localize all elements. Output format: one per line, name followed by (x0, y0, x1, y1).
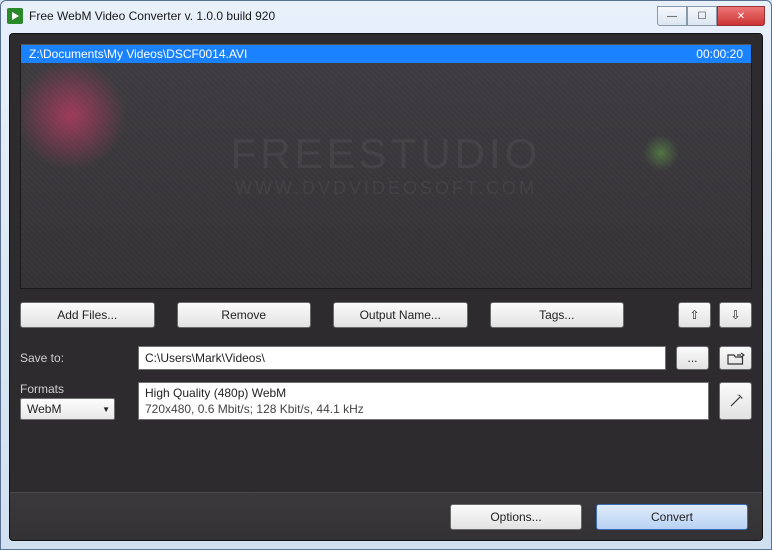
open-folder-button[interactable] (719, 346, 752, 370)
save-to-label: Save to: (20, 351, 128, 365)
file-toolbar: Add Files... Remove Output Name... Tags.… (20, 302, 752, 328)
formats-label: Formats (20, 382, 128, 396)
client-area: Z:\Documents\My Videos\DSCF0014.AVI 00:0… (9, 33, 763, 541)
maximize-button[interactable]: ☐ (687, 6, 717, 26)
arrow-down-icon: ⇩ (730, 308, 740, 322)
app-icon (7, 8, 23, 24)
file-path: Z:\Documents\My Videos\DSCF0014.AVI (29, 47, 696, 61)
arrow-up-icon: ⇧ (689, 308, 699, 322)
move-up-button[interactable]: ⇧ (678, 302, 711, 328)
file-duration: 00:00:20 (696, 47, 743, 61)
titlebar[interactable]: Free WebM Video Converter v. 1.0.0 build… (1, 1, 771, 31)
close-button[interactable]: ✕ (717, 6, 765, 26)
file-list[interactable]: Z:\Documents\My Videos\DSCF0014.AVI 00:0… (20, 44, 752, 289)
remove-button[interactable]: Remove (177, 302, 312, 328)
preset-name: High Quality (480p) WebM (145, 386, 702, 402)
convert-button[interactable]: Convert (596, 504, 748, 530)
save-path-input[interactable]: C:\Users\Mark\Videos\ (138, 346, 666, 370)
brand-watermark: FREESTUDIO WWW.DVDVIDEOSOFT.COM (21, 130, 751, 199)
file-row[interactable]: Z:\Documents\My Videos\DSCF0014.AVI 00:0… (21, 45, 751, 63)
preset-display[interactable]: High Quality (480p) WebM 720x480, 0.6 Mb… (138, 382, 709, 420)
preset-detail: 720x480, 0.6 Mbit/s; 128 Kbit/s, 44.1 kH… (145, 402, 702, 418)
formats-combo[interactable]: WebM ▼ (20, 398, 115, 420)
app-window: Free WebM Video Converter v. 1.0.0 build… (0, 0, 772, 550)
wand-icon (728, 393, 744, 409)
options-button[interactable]: Options... (450, 504, 582, 530)
output-name-button[interactable]: Output Name... (333, 302, 468, 328)
move-down-button[interactable]: ⇩ (719, 302, 752, 328)
footer-bar: Options... Convert (10, 492, 762, 540)
preset-wizard-button[interactable] (719, 382, 752, 420)
tags-button[interactable]: Tags... (490, 302, 625, 328)
save-row: Save to: C:\Users\Mark\Videos\ ... (20, 346, 752, 370)
open-folder-icon (727, 351, 745, 365)
add-files-button[interactable]: Add Files... (20, 302, 155, 328)
window-title: Free WebM Video Converter v. 1.0.0 build… (29, 9, 657, 23)
minimize-button[interactable]: — (657, 6, 687, 26)
formats-row: Formats WebM ▼ High Quality (480p) WebM … (20, 382, 752, 420)
browse-button[interactable]: ... (676, 346, 709, 370)
chevron-down-icon: ▼ (102, 405, 110, 414)
